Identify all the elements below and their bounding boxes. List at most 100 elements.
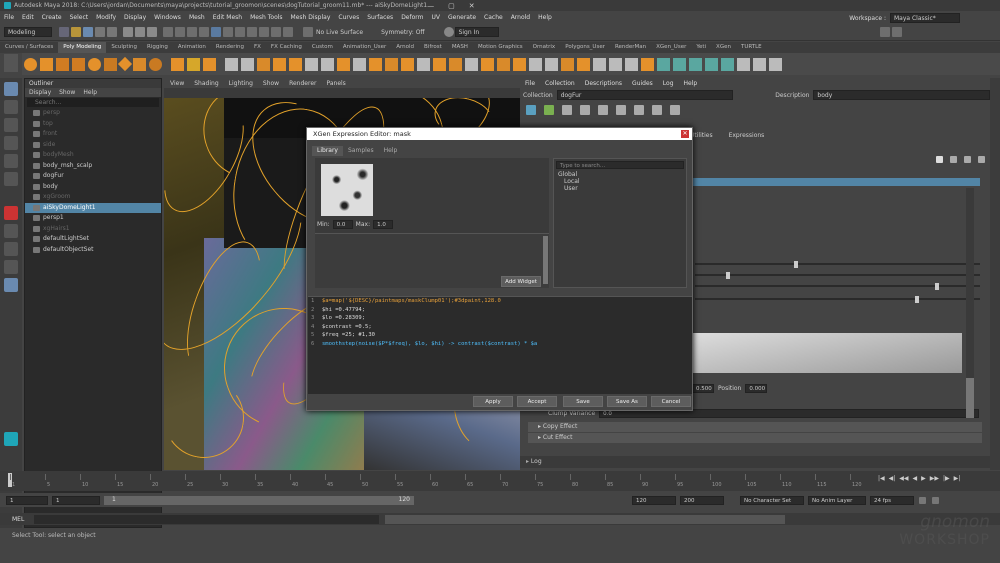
auto-map-icon[interactable] bbox=[720, 57, 734, 71]
user-avatar-icon[interactable] bbox=[443, 27, 454, 37]
time-slider[interactable]: 1 5 10 15 20 25 30 35 40 45 50 55 60 65 70 75 80 85 90 95 10… bbox=[0, 471, 1000, 491]
triangulate-icon[interactable] bbox=[592, 57, 606, 71]
character-set-dropdown[interactable]: No Character Set bbox=[740, 495, 804, 505]
slider-knob[interactable] bbox=[726, 271, 730, 279]
menu-windows[interactable]: Windows bbox=[150, 14, 185, 21]
shelf-tab[interactable]: Arnold bbox=[391, 42, 419, 53]
render-icon[interactable] bbox=[235, 27, 245, 37]
text-icon[interactable] bbox=[186, 57, 200, 71]
spherical-map-icon[interactable] bbox=[704, 57, 718, 71]
xgen-selected-row[interactable] bbox=[690, 178, 980, 186]
uv-editor-icon[interactable] bbox=[656, 57, 670, 71]
viewport-menu-item[interactable]: Panels bbox=[326, 80, 345, 87]
outliner-item[interactable]: persp1 bbox=[25, 213, 161, 224]
library-tree-item[interactable]: Local bbox=[558, 178, 686, 185]
mirror-icon[interactable] bbox=[288, 57, 302, 71]
chamfer-icon[interactable] bbox=[576, 57, 590, 71]
code-line[interactable]: 3 $lo =0.28309; bbox=[308, 314, 692, 323]
super-shape-icon[interactable] bbox=[170, 57, 184, 71]
xgen-tab[interactable]: Utilities bbox=[690, 132, 713, 139]
rebuild-guide-icon[interactable] bbox=[634, 105, 644, 115]
select-hierarchy-icon[interactable] bbox=[123, 27, 133, 37]
symmetry-label[interactable]: Symmetry: Off bbox=[381, 29, 424, 36]
poly-pipe-icon[interactable] bbox=[148, 57, 162, 71]
create-collection-icon[interactable] bbox=[526, 105, 536, 115]
outliner-layout-icon[interactable] bbox=[4, 278, 18, 292]
quad-draw-icon[interactable] bbox=[512, 57, 526, 71]
xgen-section[interactable]: ▸ Copy Effect bbox=[528, 422, 982, 432]
sign-in-dropdown[interactable]: Sign In bbox=[454, 27, 499, 37]
menu-mesh-tools[interactable]: Mesh Tools bbox=[246, 14, 286, 21]
quadrangulate-icon[interactable] bbox=[608, 57, 622, 71]
prev-key-icon[interactable]: ◀◀ bbox=[899, 475, 908, 482]
render-settings-icon[interactable] bbox=[259, 27, 269, 37]
rotate-tool-icon[interactable] bbox=[4, 154, 18, 168]
select-component-icon[interactable] bbox=[147, 27, 157, 37]
poly-plane-icon[interactable] bbox=[103, 57, 117, 71]
persp-outliner-layout-icon[interactable] bbox=[4, 260, 18, 274]
menu-mesh-display[interactable]: Mesh Display bbox=[287, 14, 335, 21]
menu-modify[interactable]: Modify bbox=[92, 14, 120, 21]
menu-cache[interactable]: Cache bbox=[480, 14, 507, 21]
move-tool-icon[interactable] bbox=[4, 136, 18, 150]
last-tool-icon[interactable] bbox=[4, 206, 18, 220]
end-time-field[interactable]: 200 bbox=[680, 495, 724, 505]
menu-deform[interactable]: Deform bbox=[397, 14, 427, 21]
outliner-search-input[interactable]: Search... bbox=[27, 98, 159, 107]
history-icon[interactable] bbox=[223, 27, 233, 37]
outliner-item[interactable]: xgHairs1 bbox=[25, 224, 161, 235]
play-back-icon[interactable]: ◀ bbox=[913, 475, 918, 482]
platonic-solid-icon[interactable] bbox=[132, 57, 146, 71]
poly-cylinder-icon[interactable] bbox=[55, 57, 69, 71]
live-surface-label[interactable]: No Live Surface bbox=[316, 29, 363, 36]
toggle-panel-icon[interactable] bbox=[879, 27, 890, 37]
separate-icon[interactable] bbox=[240, 57, 254, 71]
log-section[interactable]: ▸ Log bbox=[520, 456, 990, 468]
xgen-menu-item[interactable]: Guides bbox=[632, 80, 653, 87]
attribute-editor-icon[interactable] bbox=[891, 27, 902, 37]
outliner-menu-item[interactable]: Help bbox=[83, 89, 97, 96]
menu-create[interactable]: Create bbox=[38, 14, 66, 21]
range-slider[interactable]: 1 120 bbox=[104, 495, 414, 505]
clear-icon[interactable] bbox=[964, 156, 971, 163]
outliner-item[interactable]: side bbox=[25, 140, 161, 151]
xgen-menu-item[interactable]: Descriptions bbox=[585, 80, 622, 87]
go-end-icon[interactable]: ▶| bbox=[954, 475, 961, 482]
shelf-tab[interactable]: XGen_User bbox=[651, 42, 691, 53]
add-guide-icon[interactable] bbox=[562, 105, 572, 115]
library-tree-item[interactable]: User bbox=[558, 185, 686, 192]
preview-icon[interactable] bbox=[670, 105, 680, 115]
wedge-icon[interactable] bbox=[560, 57, 574, 71]
library-tree-item[interactable]: Global bbox=[558, 171, 686, 178]
menu-edit-mesh[interactable]: Edit Mesh bbox=[209, 14, 246, 21]
ramp-value-field[interactable]: 0.500 bbox=[692, 384, 714, 393]
close-icon[interactable]: ✕ bbox=[469, 2, 475, 10]
dialog-button-accept[interactable]: Accept bbox=[517, 396, 557, 407]
slider-knob[interactable] bbox=[915, 295, 919, 303]
connect-icon[interactable] bbox=[416, 57, 430, 71]
start-time-field[interactable]: 1 bbox=[6, 495, 48, 505]
right-sidebar-tabs[interactable] bbox=[990, 78, 1000, 470]
shelf-tab[interactable]: XGen bbox=[711, 42, 736, 53]
dialog-button-apply[interactable]: Apply bbox=[473, 396, 513, 407]
code-line[interactable]: 6 smoothstep(noise($P*$freq), $lo, $hi) -… bbox=[308, 340, 692, 349]
param-slider-2[interactable] bbox=[695, 271, 980, 279]
workspace-dropdown[interactable]: Maya Classic* bbox=[890, 13, 960, 23]
anim-prefs-icon[interactable] bbox=[932, 496, 939, 504]
snap-point-icon[interactable] bbox=[187, 27, 197, 37]
menu-file[interactable]: File bbox=[0, 14, 18, 21]
param-slider-1[interactable] bbox=[695, 260, 980, 268]
shelf-tab[interactable]: Curves / Surfaces bbox=[0, 42, 58, 53]
menu-surfaces[interactable]: Surfaces bbox=[363, 14, 397, 21]
single-perspective-layout-icon[interactable] bbox=[4, 224, 18, 238]
slider-knob[interactable] bbox=[794, 260, 798, 268]
poly-sphere-icon[interactable] bbox=[23, 57, 37, 71]
xgen-menu-item[interactable]: Help bbox=[684, 80, 698, 87]
position-field[interactable]: 0.000 bbox=[745, 384, 768, 393]
layout-icon[interactable] bbox=[752, 57, 766, 71]
step-back-icon[interactable]: ◀| bbox=[889, 475, 896, 482]
snap-surface-icon[interactable] bbox=[211, 27, 221, 37]
mel-label[interactable]: MEL bbox=[12, 516, 28, 523]
cut-uv-icon[interactable] bbox=[768, 57, 782, 71]
next-key-icon[interactable]: ▶▶ bbox=[930, 475, 939, 482]
